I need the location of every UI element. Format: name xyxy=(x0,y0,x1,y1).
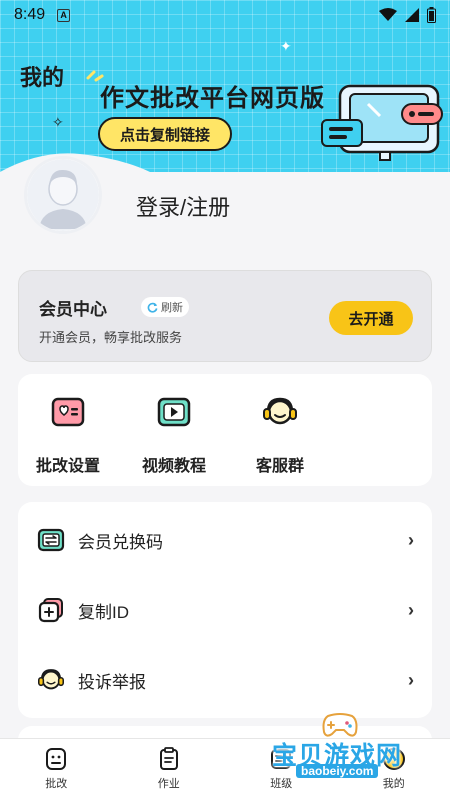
status-bar: 8:49 A xyxy=(0,0,450,30)
copy-link-button[interactable]: 点击复制链接 xyxy=(98,117,232,151)
sparkle-icon: ✧ xyxy=(52,114,64,130)
tab-correct[interactable]: 批改 xyxy=(0,739,113,800)
menu-item-copy-id[interactable]: 复制ID › xyxy=(18,580,432,640)
menu-item-complaint[interactable]: 投诉举报 › xyxy=(18,650,432,710)
avatar[interactable] xyxy=(24,156,102,234)
chevron-right-icon: › xyxy=(408,669,414,690)
vip-center-card: 会员中心 刷新 开通会员，畅享批改服务 去开通 xyxy=(18,270,432,362)
menu-item-label: 投诉举报 xyxy=(78,672,146,692)
tab-label: 批改 xyxy=(45,778,68,790)
homework-tab-icon xyxy=(159,747,178,770)
activate-vip-button[interactable]: 去开通 xyxy=(329,301,413,335)
profile-section[interactable]: 登录/注册 xyxy=(0,150,450,260)
customer-service-icon xyxy=(260,392,300,432)
video-tutorial-icon xyxy=(154,392,194,432)
watermark-logo: 宝贝游戏网 baobeiy.com xyxy=(268,708,444,780)
menu-item-redeem-code[interactable]: 会员兑换码 › xyxy=(18,510,432,570)
redeem-code-icon xyxy=(36,525,66,555)
vip-subtitle: 开通会员，畅享批改服务 xyxy=(39,330,183,345)
copy-id-icon xyxy=(36,595,66,625)
signal-icon xyxy=(405,8,419,22)
platform-banner-title: 作文批改平台网页版 xyxy=(100,85,325,112)
tab-label: 作业 xyxy=(157,778,180,790)
battery-icon xyxy=(427,7,436,23)
correction-settings-icon xyxy=(48,392,88,432)
sparkle-icon: ✦ xyxy=(280,38,292,54)
settings-menu: 会员兑换码 › 复制ID › 投诉举报 › xyxy=(18,502,432,718)
shortcut-label: 客服群 xyxy=(255,458,304,475)
refresh-button[interactable]: 刷新 xyxy=(141,297,189,317)
notification-a-icon: A xyxy=(57,8,71,22)
vip-title: 会员中心 xyxy=(39,300,107,319)
refresh-icon xyxy=(147,302,158,313)
tab-homework[interactable]: 作业 xyxy=(113,739,226,800)
wifi-icon xyxy=(379,8,397,21)
shortcut-customer-service[interactable]: 客服群 xyxy=(230,392,330,476)
clock: 8:49 xyxy=(14,6,46,23)
shortcut-correction-settings[interactable]: 批改设置 xyxy=(18,392,118,476)
default-avatar-icon xyxy=(27,159,99,231)
complaint-icon xyxy=(36,665,66,695)
correct-tab-icon xyxy=(46,748,67,770)
chevron-right-icon: › xyxy=(408,529,414,550)
shortcut-label: 批改设置 xyxy=(35,458,100,475)
menu-item-label: 复制ID xyxy=(78,602,129,622)
shortcut-label: 视频教程 xyxy=(141,458,206,475)
watermark-url: baobeiy.com xyxy=(296,764,379,778)
chevron-right-icon: › xyxy=(408,599,414,620)
shortcut-grid: 批改设置 视频教程 客服群 xyxy=(18,374,432,486)
shortcut-video-tutorial[interactable]: 视频教程 xyxy=(124,392,224,476)
login-register-link[interactable]: 登录/注册 xyxy=(136,190,230,222)
refresh-label: 刷新 xyxy=(161,302,183,314)
page-title: 我的 xyxy=(20,65,65,90)
menu-item-label: 会员兑换码 xyxy=(78,532,163,552)
